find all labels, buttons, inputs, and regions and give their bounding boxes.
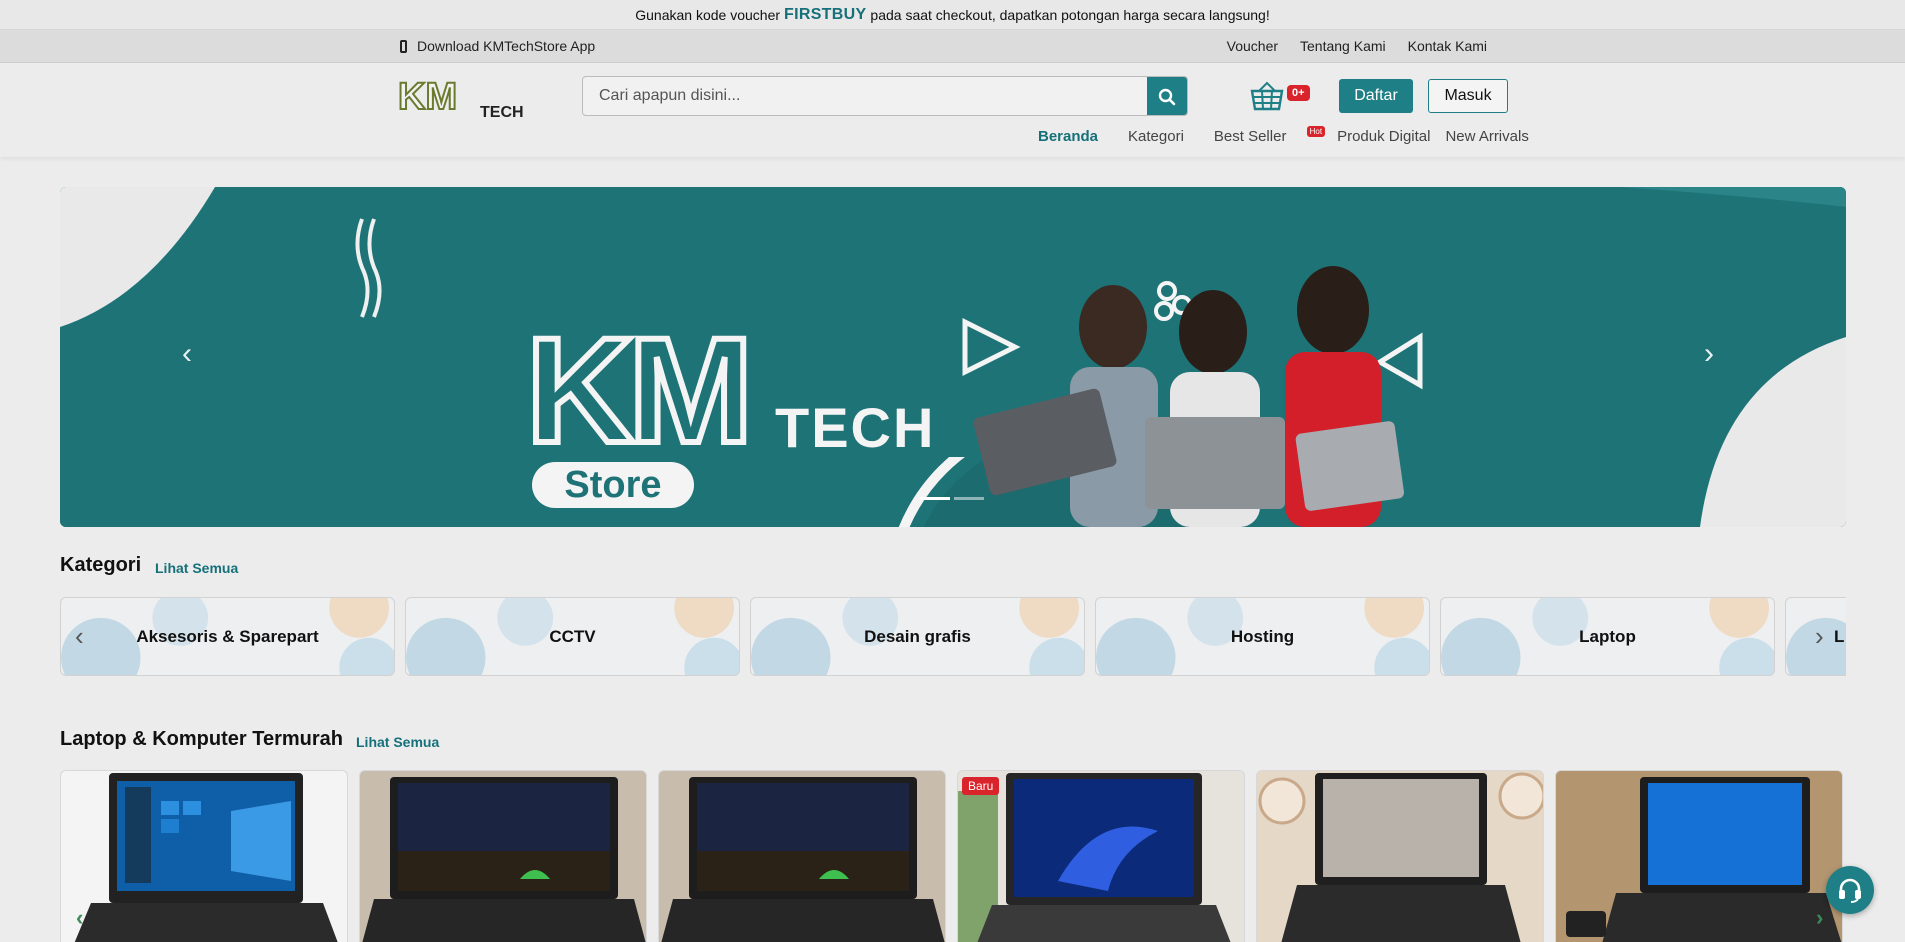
download-app-link[interactable]: Download KMTechStore App	[400, 38, 595, 54]
search-input[interactable]	[583, 77, 1147, 115]
category-card[interactable]: Laptop	[1440, 597, 1775, 676]
product-card[interactable]	[1256, 770, 1544, 942]
headset-icon	[1839, 878, 1861, 903]
login-button[interactable]: Masuk	[1428, 79, 1508, 113]
logo-km: KM	[398, 76, 457, 118]
category-section-title: Kategori	[60, 554, 142, 576]
product-next-arrow[interactable]: ›	[1816, 905, 1823, 931]
product-image	[360, 771, 646, 942]
site-logo[interactable]: KM TECH	[397, 75, 540, 121]
nav-new-arrivals[interactable]: New Arrivals	[1445, 128, 1528, 145]
banner-brand: KM	[526, 306, 747, 474]
about-link[interactable]: Tentang Kami	[1300, 38, 1386, 54]
category-see-all-link[interactable]: Lihat Semua	[155, 560, 238, 576]
phone-icon	[400, 39, 407, 53]
product-card[interactable]	[359, 770, 647, 942]
product-prev-arrow[interactable]: ‹	[76, 905, 83, 931]
category-label: Desain grafis	[864, 626, 971, 646]
voucher-code: FIRSTBUY	[784, 5, 867, 23]
site-header: KM TECH 0+ Daftar Masuk Beranda Kategori	[0, 63, 1905, 157]
hot-badge: Hot	[1306, 126, 1326, 137]
banner-indicators	[920, 497, 984, 500]
category-card[interactable]: Desain grafis	[750, 597, 1085, 676]
voucher-link[interactable]: Voucher	[1227, 38, 1278, 54]
banner-next-arrow[interactable]: ›	[1704, 337, 1714, 371]
nav-home[interactable]: Beranda	[1038, 128, 1098, 145]
top-links-bar: Download KMTechStore App Voucher Tentang…	[0, 30, 1905, 63]
nav-best-seller[interactable]: Best Seller Hot	[1213, 126, 1326, 145]
category-next-arrow[interactable]: ›	[1815, 621, 1824, 652]
category-label: Aksesoris & Sparepart	[136, 626, 319, 646]
category-label: Laptop	[1579, 626, 1636, 646]
product-see-all-link[interactable]: Lihat Semua	[356, 734, 439, 750]
banner-prev-arrow[interactable]: ‹	[182, 337, 192, 371]
search-bar	[582, 76, 1188, 116]
category-card[interactable]: Aksesoris & Sparepart	[60, 597, 395, 676]
category-card[interactable]: CCTV	[405, 597, 740, 676]
nav-category[interactable]: Kategori	[1128, 128, 1184, 145]
category-card[interactable]: Hosting	[1095, 597, 1430, 676]
svg-text:TECH: TECH	[480, 104, 524, 121]
customer-support-button[interactable]	[1826, 866, 1874, 914]
banner-dot-2[interactable]	[954, 497, 984, 500]
product-card[interactable]	[1555, 770, 1843, 942]
download-app-label: Download KMTechStore App	[417, 38, 596, 54]
category-label: CCTV	[549, 626, 596, 646]
product-card[interactable]	[60, 770, 348, 942]
promo-bar: Gunakan kode voucher FIRSTBUY pada saat …	[0, 0, 1905, 30]
cart-button[interactable]	[1250, 81, 1284, 111]
top-nav: Voucher Tentang Kami Kontak Kami	[1227, 38, 1487, 54]
category-label: L	[1834, 626, 1845, 646]
nav-digital-products[interactable]: Produk Digital	[1337, 128, 1430, 145]
product-card[interactable]	[658, 770, 946, 942]
cart-count-badge: 0+	[1287, 85, 1310, 101]
product-image	[74, 773, 338, 942]
category-label: Hosting	[1230, 626, 1295, 646]
product-section-title: Laptop & Komputer Termurah	[60, 728, 343, 750]
category-carousel: Aksesoris & Sparepart CCTV Desain grafis…	[60, 597, 1846, 677]
product-card[interactable]: Baru	[957, 770, 1245, 942]
product-image	[659, 771, 945, 942]
category-prev-arrow[interactable]: ‹	[75, 621, 84, 652]
search-icon	[1158, 88, 1176, 106]
main-nav: Beranda Kategori Best Seller Hot Produk …	[1038, 126, 1559, 145]
nav-best-seller-label: Best Seller	[1213, 128, 1287, 145]
contact-link[interactable]: Kontak Kami	[1408, 38, 1487, 54]
search-button[interactable]	[1147, 77, 1187, 115]
register-button[interactable]: Daftar	[1339, 79, 1413, 113]
banner-tagline: Store	[564, 464, 661, 506]
promo-text-before: Gunakan kode voucher	[635, 6, 781, 23]
product-carousel: Baru	[60, 770, 1846, 942]
product-image	[958, 771, 1244, 942]
basket-icon	[1250, 81, 1284, 111]
promo-text-after: pada saat checkout, dapatkan potongan ha…	[870, 6, 1270, 23]
hero-banner[interactable]: KM TECH Store ‹ ›	[60, 187, 1846, 527]
banner-dot-1[interactable]	[920, 497, 950, 500]
product-image	[1257, 771, 1543, 942]
new-badge: Baru	[962, 777, 1000, 795]
product-image	[1556, 771, 1842, 942]
svg-text:TECH: TECH	[775, 396, 935, 459]
